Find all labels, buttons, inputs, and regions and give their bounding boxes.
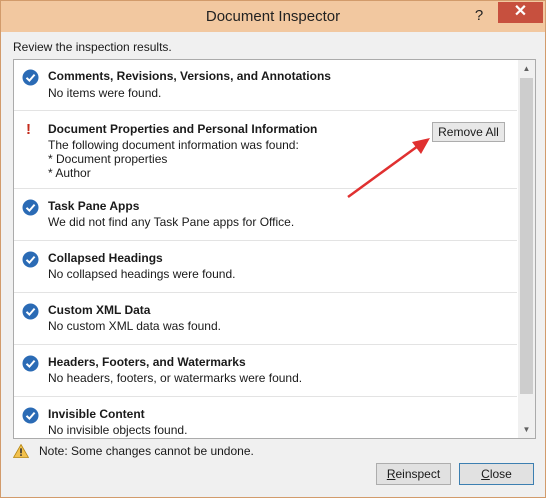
result-detail: * Document properties bbox=[48, 152, 168, 166]
check-circle-icon bbox=[22, 303, 39, 320]
vertical-scrollbar[interactable]: ▲ ▼ bbox=[518, 60, 535, 438]
check-circle-icon bbox=[22, 69, 39, 86]
result-title: Custom XML Data bbox=[48, 303, 151, 317]
remove-all-button[interactable]: Remove All bbox=[432, 122, 505, 142]
result-item-invisible-content: Invisible Content No invisible objects f… bbox=[14, 397, 517, 438]
result-detail: No custom XML data was found. bbox=[48, 319, 221, 333]
result-item-headers-footers: Headers, Footers, and Watermarks No head… bbox=[14, 345, 517, 397]
window-close-button[interactable]: ✕ bbox=[498, 2, 543, 23]
check-circle-icon bbox=[22, 251, 39, 268]
result-item-comments: Comments, Revisions, Versions, and Annot… bbox=[14, 60, 517, 111]
result-item-custom-xml: Custom XML Data No custom XML data was f… bbox=[14, 293, 517, 345]
result-item-task-pane-apps: Task Pane Apps We did not find any Task … bbox=[14, 189, 517, 241]
close-label: lose bbox=[489, 467, 512, 481]
result-detail: We did not find any Task Pane apps for O… bbox=[48, 215, 295, 229]
result-title: Headers, Footers, and Watermarks bbox=[48, 355, 246, 369]
help-button[interactable]: ? bbox=[467, 5, 491, 27]
undo-warning-note: Note: Some changes cannot be undone. bbox=[39, 444, 254, 458]
result-item-document-properties: ! Document Properties and Personal Infor… bbox=[14, 111, 517, 189]
result-detail: No collapsed headings were found. bbox=[48, 267, 236, 281]
scroll-down-icon[interactable]: ▼ bbox=[518, 421, 535, 438]
inspection-results-list[interactable]: Comments, Revisions, Versions, and Annot… bbox=[13, 59, 536, 439]
reinspect-label: einspect bbox=[395, 467, 441, 481]
window-title: Document Inspector bbox=[205, 8, 341, 25]
title-bar: Document Inspector ? ✕ bbox=[1, 1, 545, 32]
close-accelerator: C bbox=[481, 467, 490, 481]
exclamation-icon: ! bbox=[26, 121, 31, 138]
result-title: Invisible Content bbox=[48, 407, 145, 421]
scroll-thumb[interactable] bbox=[520, 78, 533, 394]
reinspect-button[interactable]: Reinspect bbox=[376, 463, 451, 485]
result-detail: No headers, footers, or watermarks were … bbox=[48, 371, 303, 385]
document-inspector-window: Document Inspector ? ✕ Review the inspec… bbox=[0, 0, 546, 498]
result-detail: * Author bbox=[48, 166, 91, 180]
dialog-body: Review the inspection results. Comments,… bbox=[8, 32, 538, 492]
result-detail: No invisible objects found. bbox=[48, 423, 188, 437]
check-circle-icon bbox=[22, 199, 39, 216]
result-detail: The following document information was f… bbox=[48, 138, 299, 152]
result-item-collapsed-headings: Collapsed Headings No collapsed headings… bbox=[14, 241, 517, 293]
warning-triangle-icon bbox=[13, 444, 29, 458]
result-title: Document Properties and Personal Informa… bbox=[48, 122, 318, 136]
scroll-up-icon[interactable]: ▲ bbox=[518, 60, 535, 77]
result-title: Task Pane Apps bbox=[48, 199, 140, 213]
instructions-text: Review the inspection results. bbox=[13, 40, 172, 54]
check-circle-icon bbox=[22, 407, 39, 424]
check-circle-icon bbox=[22, 355, 39, 372]
result-title: Comments, Revisions, Versions, and Annot… bbox=[48, 69, 331, 83]
result-title: Collapsed Headings bbox=[48, 251, 163, 265]
close-button[interactable]: Close bbox=[459, 463, 534, 485]
result-detail: No items were found. bbox=[48, 86, 162, 100]
